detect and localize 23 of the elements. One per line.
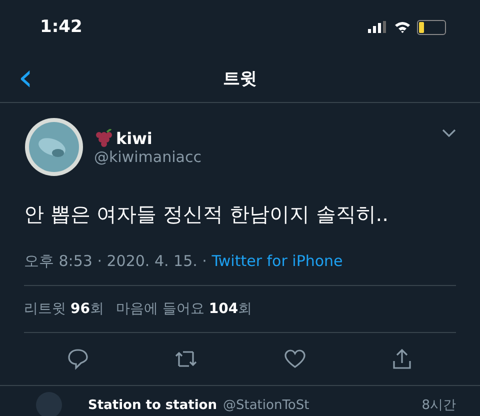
reply-icon[interactable] [66,348,89,370]
battery-icon [417,20,446,34]
back-button[interactable]: ‹ [14,58,38,96]
tweet-text: 안 뽑은 여자들 정신적 한남이지 솔직히.. [24,201,390,228]
page-title: 트윗 [223,68,257,90]
heart-icon[interactable] [284,349,306,369]
grapes-icon [94,129,114,147]
avatar[interactable] [24,117,84,177]
wifi-icon [394,21,411,33]
user-handle[interactable]: @kiwimaniacc [94,148,432,166]
chevron-down-icon[interactable] [442,129,456,137]
user-handle[interactable]: @StationToSt [222,398,416,412]
display-name[interactable]: kiwi [116,128,152,148]
retweet-icon[interactable] [174,349,198,369]
engagement-count[interactable]: 마음에 들어요 104회 [116,300,252,318]
source-link[interactable]: Twitter for iPhone [212,252,343,270]
share-icon[interactable] [391,348,414,370]
status-time: 1:42 [40,17,82,37]
reply-age: 8시간 [422,397,456,414]
display-name[interactable]: Station to station [88,398,217,412]
engagement-count[interactable]: 리트윗 96회 [24,300,104,318]
tweet-timestamp: 오후 8:53 · 2020. 4. 15. · [24,252,208,270]
signal-icon [368,21,388,33]
